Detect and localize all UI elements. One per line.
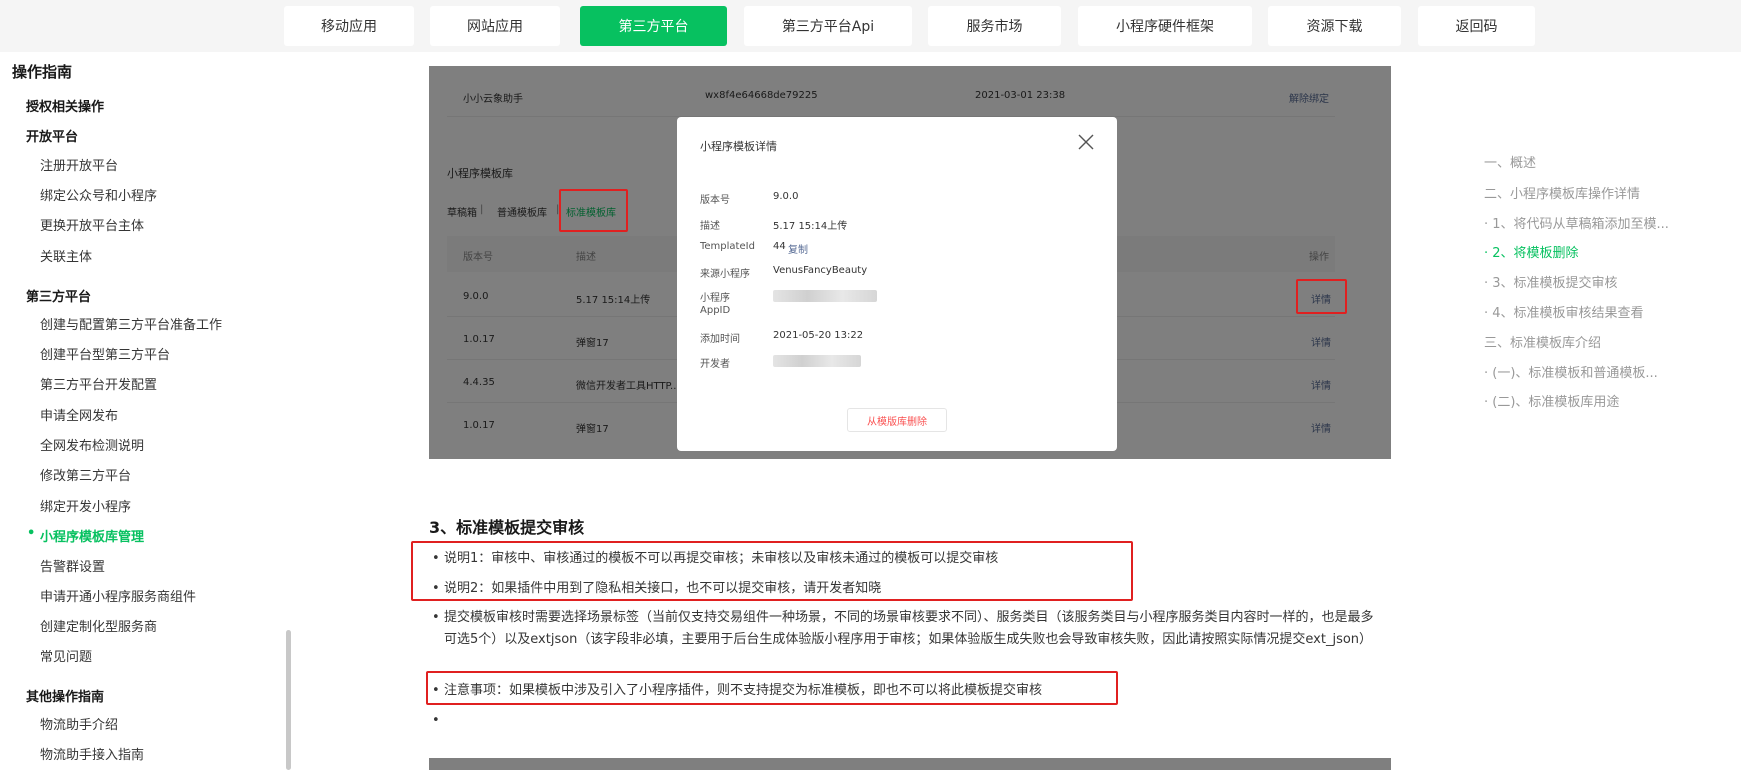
- field-added-label: 添加时间: [700, 334, 740, 345]
- field-templateid-value: 44: [773, 241, 786, 252]
- bullet-icon: •: [432, 713, 440, 728]
- sidebar-item-label: 小程序模板库管理: [40, 530, 145, 545]
- toc-item-active[interactable]: · 2、将模板删除: [1484, 242, 1579, 261]
- bullet-icon: •: [432, 610, 440, 625]
- top-navigation: 移动应用 网站应用 第三方平台 第三方平台Api 服务市场 小程序硬件框架 资源…: [0, 0, 1741, 52]
- highlight-notes: [411, 541, 1133, 601]
- field-desc-value: 5.17 15:14上传: [773, 221, 848, 232]
- field-source-value: VenusFancyBeauty: [773, 265, 868, 276]
- highlight-caution: [426, 671, 1118, 705]
- sidebar-item-register-open-platform[interactable]: 注册开放平台: [40, 155, 118, 174]
- sidebar-item-prep-work[interactable]: 创建与配置第三方平台准备工作: [40, 314, 222, 333]
- toc-item[interactable]: · (一)、标准模板和普通模板...: [1484, 362, 1658, 381]
- tab-third-party-platform[interactable]: 第三方平台: [580, 6, 727, 46]
- tab-third-party-api[interactable]: 第三方平台Api: [744, 6, 912, 46]
- toc-item[interactable]: 三、标准模板库介绍: [1484, 332, 1601, 351]
- active-dot-icon: •: [27, 526, 36, 541]
- delete-from-library-button[interactable]: 从模版库删除: [847, 408, 947, 432]
- section-title: 3、标准模板提交审核: [429, 518, 585, 537]
- sidebar-item-modify-platform[interactable]: 修改第三方平台: [40, 465, 131, 484]
- field-templateid-label: TemplateId: [700, 241, 755, 252]
- toc-item[interactable]: · 1、将代码从草稿箱添加至模...: [1484, 213, 1669, 232]
- field-version-value: 9.0.0: [773, 191, 799, 202]
- list-item: • 提交模板审核时需要选择场景标签（当前仅支持交易组件一种场景，不同的场景审核要求…: [432, 607, 1384, 651]
- toc-item[interactable]: · (二)、标准模板库用途: [1484, 391, 1619, 410]
- tab-return-codes[interactable]: 返回码: [1418, 6, 1535, 46]
- toc-item[interactable]: 二、小程序模板库操作详情: [1484, 183, 1640, 202]
- tab-mobile-app[interactable]: 移动应用: [284, 6, 414, 46]
- field-appid-label-line2: AppID: [700, 305, 731, 316]
- redacted-developer: [773, 355, 861, 367]
- field-added-value: 2021-05-20 13:22: [773, 330, 864, 341]
- sidebar-item-create-platform[interactable]: 创建平台型第三方平台: [40, 344, 170, 363]
- sidebar-item-dev-config[interactable]: 第三方平台开发配置: [40, 374, 157, 393]
- field-appid-label-line1: 小程序: [700, 293, 730, 304]
- sidebar-item-other-guides[interactable]: 其他操作指南: [26, 686, 104, 705]
- sidebar-item-faq[interactable]: 常见问题: [40, 646, 92, 665]
- template-detail-modal: 小程序模板详情 版本号 9.0.0 描述 5.17 15:14上传 Templa…: [677, 117, 1117, 451]
- field-developer-label: 开发者: [700, 359, 730, 370]
- sidebar-item-custom-provider[interactable]: 创建定制化型服务商: [40, 616, 157, 635]
- toc-item[interactable]: 一、概述: [1484, 152, 1536, 171]
- field-desc-label: 描述: [700, 221, 720, 232]
- sidebar-item-related-subject[interactable]: 关联主体: [40, 246, 92, 265]
- toc-item[interactable]: · 3、标准模板提交审核: [1484, 272, 1618, 291]
- copy-link[interactable]: 复制: [788, 241, 808, 256]
- redacted-appid: [773, 290, 877, 302]
- sidebar-item-change-subject[interactable]: 更换开放平台主体: [40, 215, 144, 234]
- list-item-text: 提交模板审核时需要选择场景标签（当前仅支持交易组件一种场景，不同的场景审核要求不…: [444, 610, 1374, 647]
- sidebar-item-apply-release[interactable]: 申请全网发布: [40, 405, 118, 424]
- sidebar-item-logistics-intro[interactable]: 物流助手介绍: [40, 714, 118, 733]
- toc-item[interactable]: · 4、标准模板审核结果查看: [1484, 302, 1644, 321]
- sidebar-item-service-component[interactable]: 申请开通小程序服务商组件: [40, 586, 196, 605]
- tab-resource-download[interactable]: 资源下载: [1268, 6, 1401, 46]
- sidebar-item-bind-dev-mini[interactable]: 绑定开发小程序: [40, 496, 131, 515]
- highlight-detail-link: [1296, 279, 1347, 314]
- sidebar-item-release-check[interactable]: 全网发布检测说明: [40, 435, 144, 454]
- field-version-label: 版本号: [700, 195, 730, 206]
- tab-service-market[interactable]: 服务市场: [928, 6, 1061, 46]
- modal-title: 小程序模板详情: [700, 140, 777, 153]
- sidebar-item-template-library[interactable]: • 小程序模板库管理: [27, 526, 145, 545]
- sidebar: 操作指南 授权相关操作 开放平台 注册开放平台 绑定公众号和小程序 更换开放平台…: [0, 52, 286, 770]
- sidebar-heading: 操作指南: [12, 63, 73, 81]
- next-screenshot-edge: [429, 758, 1391, 770]
- sidebar-item-logistics-guide[interactable]: 物流助手接入指南: [40, 744, 144, 763]
- close-icon[interactable]: [1077, 133, 1095, 151]
- sidebar-item-bind-accounts[interactable]: 绑定公众号和小程序: [40, 185, 157, 204]
- sidebar-item-open-platform[interactable]: 开放平台: [26, 126, 78, 145]
- sidebar-item-alert-group[interactable]: 告警群设置: [40, 556, 105, 575]
- tab-website-app[interactable]: 网站应用: [430, 6, 560, 46]
- sidebar-item-third-party[interactable]: 第三方平台: [26, 286, 91, 305]
- sidebar-scrollbar[interactable]: [286, 630, 291, 770]
- field-source-label: 来源小程序: [700, 269, 750, 280]
- sidebar-item-authorization[interactable]: 授权相关操作: [26, 96, 104, 115]
- highlight-standard-tab: [559, 189, 628, 232]
- tab-mini-program-hardware[interactable]: 小程序硬件框架: [1078, 6, 1252, 46]
